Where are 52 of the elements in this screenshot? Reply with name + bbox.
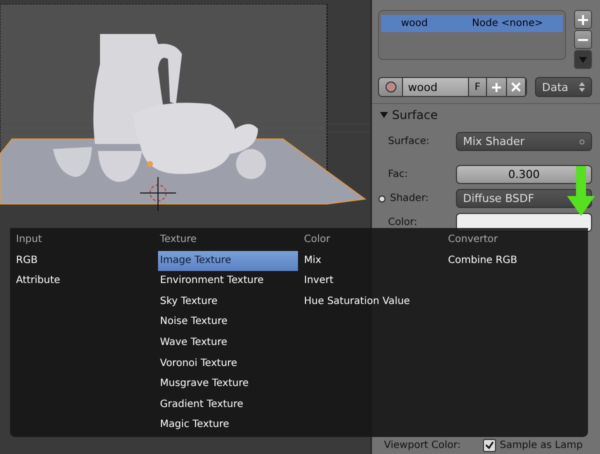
plus-icon (491, 82, 502, 92)
field-label: Surface: (387, 136, 430, 147)
material-name: wood (401, 18, 428, 29)
link-dropdown[interactable]: Data (535, 77, 592, 97)
menu-item[interactable]: RGB (14, 250, 154, 272)
fake-user-button[interactable]: F (469, 78, 487, 96)
shader-dropdown[interactable]: Mix Shader (456, 132, 592, 151)
menu-heading: Convertor (447, 233, 499, 247)
surface-panel-header[interactable]: Surface (378, 104, 592, 122)
triangle-icon (578, 56, 588, 64)
menu-item[interactable]: Sky Texture (158, 292, 298, 312)
dot-icon (579, 138, 585, 144)
menu-item[interactable]: Invert (302, 271, 442, 292)
material-name-field[interactable]: wood (403, 78, 469, 96)
field-label: Color: (387, 217, 418, 228)
material-list-item[interactable]: wood Node <none> (381, 15, 563, 32)
triangle-icon (380, 111, 388, 119)
menu-item[interactable]: Image Texture (158, 250, 298, 272)
field-label: Viewport Color: (384, 440, 461, 451)
remove-button[interactable] (574, 30, 592, 49)
updown-icon (579, 82, 585, 92)
plus-icon (577, 14, 589, 26)
field-label: Fac: (387, 169, 409, 180)
menu-heading: Texture (159, 233, 198, 247)
menu-item[interactable]: Noise Texture (158, 312, 298, 333)
number-field[interactable]: 0.300 (456, 165, 592, 184)
menu-item[interactable]: Musgrave Texture (158, 374, 298, 395)
menu-item[interactable]: Hue Saturation Value (302, 292, 442, 312)
material-preview-button[interactable] (379, 78, 403, 96)
checkbox-label: Sample as Lamp (500, 440, 583, 451)
checkbox[interactable] (482, 439, 496, 452)
menu-item[interactable]: Mix (302, 250, 442, 272)
socket-icon[interactable] (378, 194, 386, 202)
node-label: Node <none> (472, 18, 543, 29)
menu-item[interactable]: Wave Texture (158, 332, 298, 354)
menu-item[interactable]: Combine RGB (446, 250, 584, 272)
menu-item[interactable]: Environment Texture (158, 271, 298, 292)
menu-heading: Input (15, 233, 43, 247)
down-arrow-icon (567, 166, 595, 216)
menu-heading: Color (303, 233, 332, 247)
minus-icon (577, 38, 589, 42)
add-button[interactable] (574, 10, 592, 29)
menu-item[interactable]: Magic Texture (158, 415, 298, 436)
menu-item[interactable]: Voronoi Texture (158, 354, 298, 374)
menu-item[interactable]: Attribute (14, 271, 154, 292)
unlink-button[interactable] (507, 78, 526, 96)
new-material-button[interactable] (487, 78, 507, 96)
field-label: Shader: (378, 193, 456, 204)
sphere-icon (384, 81, 396, 93)
menu-item[interactable]: Gradient Texture (158, 394, 298, 416)
close-icon (511, 82, 521, 92)
checkmark-icon (484, 441, 494, 450)
